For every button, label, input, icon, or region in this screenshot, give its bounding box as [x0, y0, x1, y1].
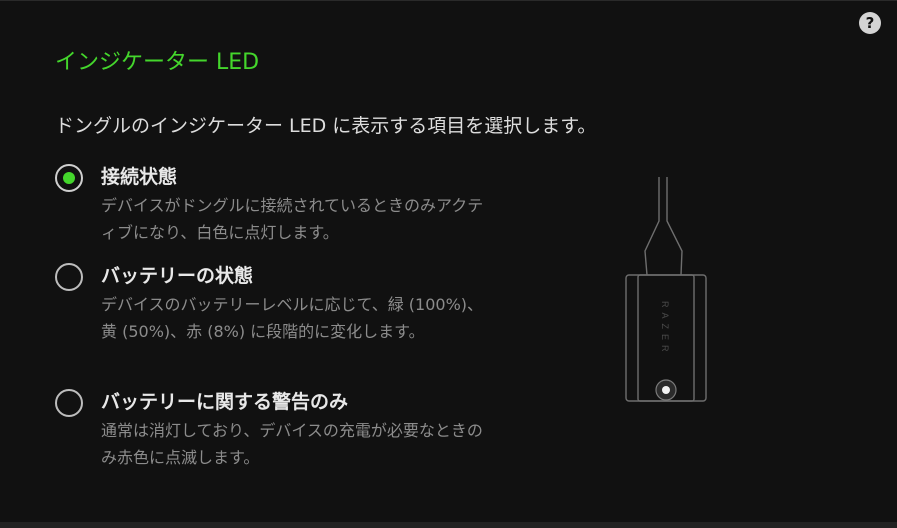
option-label: バッテリーの状態	[101, 265, 254, 287]
radio-connection-status[interactable]	[55, 164, 83, 192]
help-button[interactable]: ?	[859, 12, 881, 34]
section-title: インジケーター LED	[55, 50, 260, 75]
indicator-led-panel: ? インジケーター LED ドングルのインジケーター LED に表示する項目を選…	[0, 0, 897, 522]
bottom-strip	[0, 522, 897, 528]
option-label: 接続状態	[101, 166, 178, 188]
led-light-icon	[662, 386, 670, 394]
radio-selected-dot	[63, 172, 75, 184]
help-icon[interactable]: ?	[866, 14, 875, 32]
option-description: デバイスがドングルに接続されているときのみアクティブになり、白色に点灯します。	[101, 196, 484, 242]
dongle-illustration: RAZER	[625, 177, 707, 402]
brand-text: RAZER	[660, 301, 670, 357]
option-label: バッテリーに関する警告のみ	[101, 391, 349, 413]
radio-battery-status[interactable]	[55, 263, 83, 291]
radio-low-battery-warning[interactable]	[55, 389, 83, 417]
section-description: ドングルのインジケーター LED に表示する項目を選択します。	[55, 115, 597, 137]
option-description: 通常は消灯しており、デバイスの充電が必要なときのみ赤色に点滅します。	[101, 421, 483, 467]
option-description: デバイスのバッテリーレベルに応じて、緑 (100%)、黄 (50%)、赤 (8%…	[101, 295, 484, 341]
strain-relief-left	[644, 213, 660, 276]
strain-relief-right	[666, 213, 683, 276]
